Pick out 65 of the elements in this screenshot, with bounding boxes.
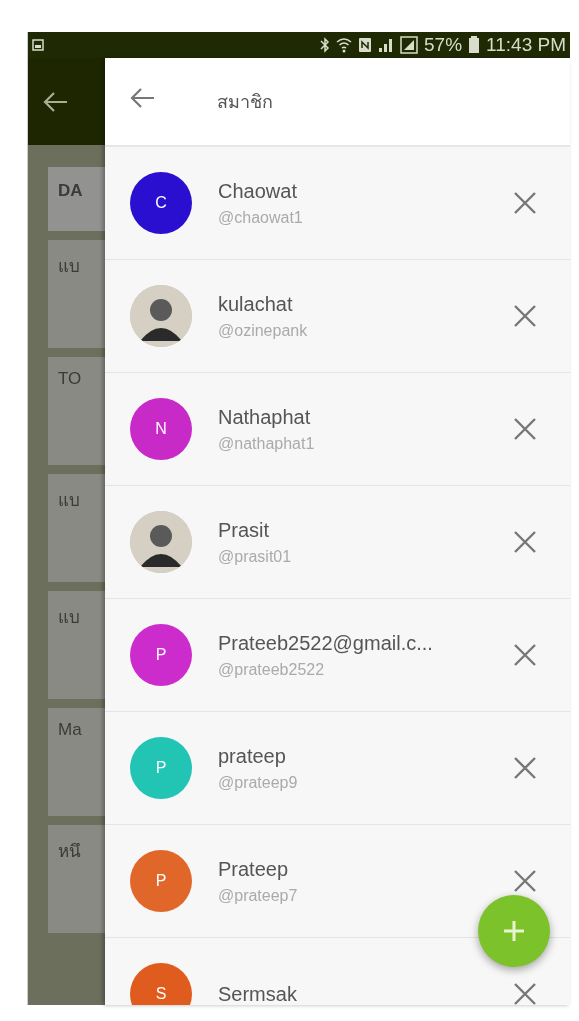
member-name: Sermsak [218,982,298,1005]
drawer-title: สมาชิก [217,91,273,114]
close-icon [514,418,536,440]
remove-button[interactable] [514,192,536,214]
background-card: แบ [48,474,105,582]
close-icon [514,192,536,214]
close-icon [514,870,536,892]
close-icon [514,644,536,666]
member-handle: @prateep7 [218,886,299,905]
close-icon [514,983,536,1005]
member-name: Chaowat [218,179,298,203]
remove-button[interactable] [514,757,536,779]
member-name: Prateeb2522@gmail.c... [218,631,434,655]
remove-button[interactable] [514,870,536,892]
member-row[interactable]: N Nathaphat @nathaphat1 [105,373,570,486]
member-handle: @prateep9 [218,773,299,792]
background-card: หนึ [48,825,105,933]
avatar-initial: P [130,737,192,799]
member-row[interactable]: Prasit @prasit01 [105,486,570,599]
member-row[interactable]: C Chaowat @chaowat1 [105,147,570,260]
member-handle: @nathaphat1 [218,434,316,453]
member-name: Prateep [218,857,290,881]
member-row[interactable]: P prateep @prateep9 [105,712,570,825]
member-name: prateep [218,744,287,768]
member-handle: @chaowat1 [218,208,304,227]
notification-icon [32,39,44,51]
avatar-initial: C [130,172,192,234]
back-arrow-icon [129,86,155,109]
back-arrow-icon [42,90,68,113]
battery-icon [468,36,481,54]
member-handle: @ozinepank [218,321,309,340]
close-icon [514,531,536,553]
remove-button[interactable] [514,418,536,440]
clock-time: 11:43 PM [486,34,566,56]
nfc-icon [358,37,373,53]
battery-percent: 57% [424,34,463,56]
background-card: แบ [48,240,105,348]
remove-button[interactable] [514,983,536,1005]
avatar-initial: S [130,963,192,1005]
wifi-icon [336,37,353,53]
plus-icon [502,919,526,943]
close-icon [514,305,536,327]
avatar-initial: P [130,850,192,912]
background-card: DA [48,167,105,231]
background-card: แบ [48,591,105,699]
signal-icon [378,37,395,53]
avatar-silhouette-icon [130,511,192,573]
avatar-silhouette-icon [130,285,192,347]
avatar-initial: P [130,624,192,686]
member-name: Prasit [218,518,271,542]
member-handle: @prasit01 [218,547,293,566]
remove-button[interactable] [514,531,536,553]
remove-button[interactable] [514,305,536,327]
close-icon [514,757,536,779]
member-row[interactable]: kulachat @ozinepank [105,260,570,373]
background-card: TO [48,357,105,465]
bluetooth-icon [320,37,331,53]
remove-button[interactable] [514,644,536,666]
member-row[interactable]: P Prateeb2522@gmail.c... @prateeb2522 [105,599,570,712]
member-name: Nathaphat [218,405,312,429]
signal-box-icon [400,36,419,54]
member-name: kulachat [218,292,294,316]
background-card: Ma [48,708,105,816]
member-handle: @prateeb2522 [218,660,326,679]
avatar-initial: N [130,398,192,460]
